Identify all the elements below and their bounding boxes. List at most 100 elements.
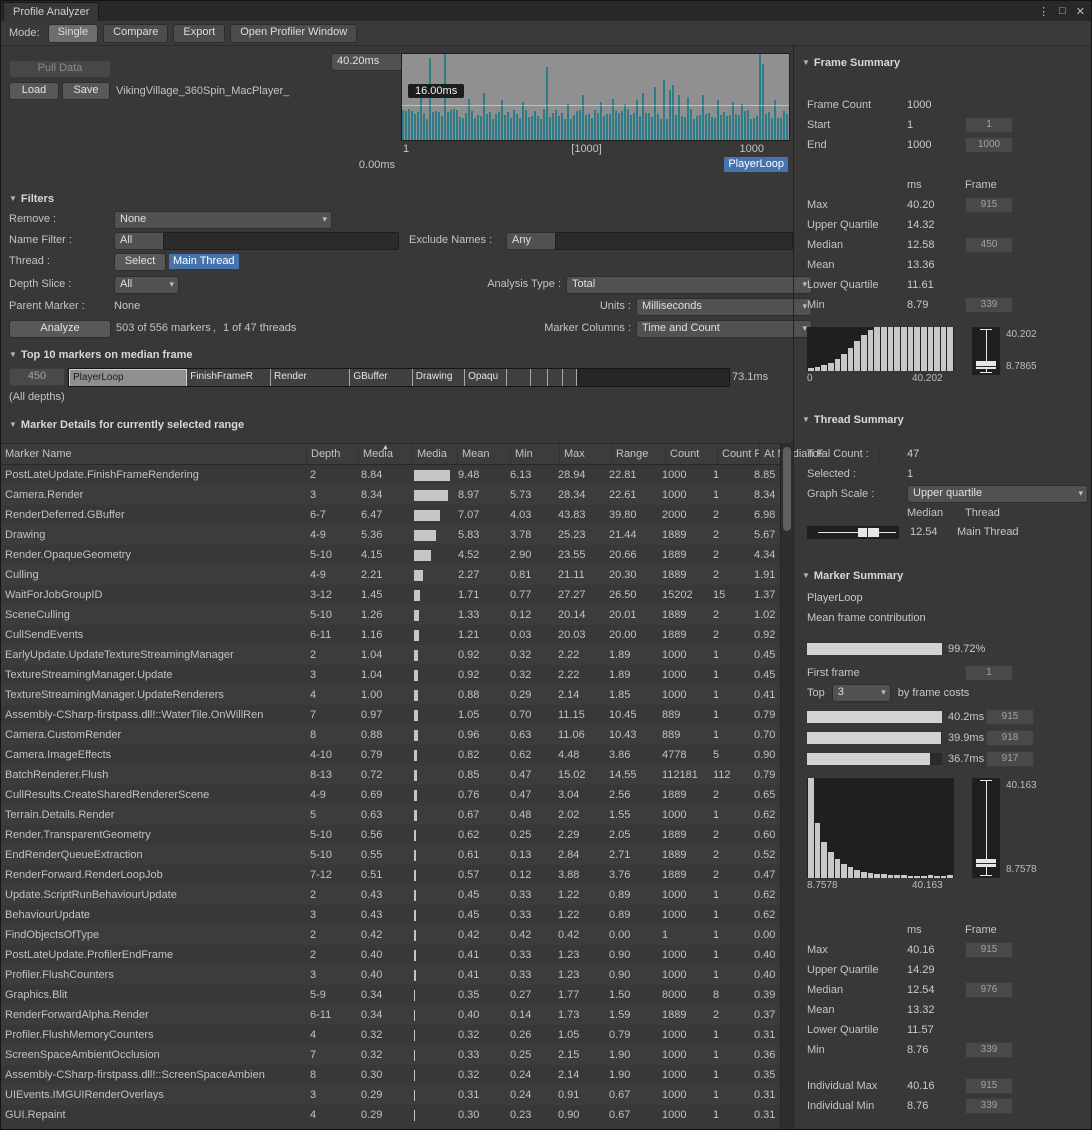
column-header[interactable]: Range — [612, 444, 666, 464]
top-n-dropdown[interactable]: 3 — [832, 684, 891, 702]
column-header[interactable]: Max — [560, 444, 612, 464]
column-header[interactable]: ▲Media — [359, 444, 413, 464]
goto-frame-button[interactable]: 915 — [965, 942, 1013, 958]
table-row[interactable]: SceneCulling5-101.261.330.1220.1420.0118… — [1, 605, 781, 625]
goto-frame-button[interactable]: 976 — [965, 982, 1013, 998]
analyze-button[interactable]: Analyze — [9, 320, 111, 338]
goto-frame-button[interactable]: 339 — [965, 1042, 1013, 1058]
median-frame-button[interactable]: 450 — [9, 368, 65, 386]
table-row[interactable]: Drawing4-95.365.833.7825.2321.44188925.6… — [1, 525, 781, 545]
frame-summary-header[interactable]: ▼Frame Summary — [794, 55, 1091, 71]
table-row[interactable]: ScreenSpaceAmbientOcclusion70.320.330.25… — [1, 1045, 781, 1065]
table-row[interactable]: Assembly-CSharp-firstpass.dll!::WaterTil… — [1, 705, 781, 725]
frame-time-graph[interactable]: 16.00ms — [401, 53, 790, 141]
top10-segment[interactable] — [563, 369, 577, 386]
mode-single-button[interactable]: Single — [48, 24, 99, 43]
top10-segment[interactable] — [531, 369, 548, 386]
scrollbar-thumb[interactable] — [783, 447, 791, 531]
top10-segment[interactable]: Drawing — [413, 369, 465, 386]
table-row[interactable]: BatchRenderer.Flush8-130.720.850.4715.02… — [1, 765, 781, 785]
column-header[interactable]: Media — [413, 444, 458, 464]
goto-frame-button[interactable]: 915 — [965, 1078, 1013, 1094]
table-row[interactable]: FindObjectsOfType20.420.420.420.420.0011… — [1, 925, 781, 945]
column-header[interactable]: Count Fra — [718, 444, 760, 464]
top10-segment[interactable] — [548, 369, 563, 386]
goto-frame-button[interactable]: 1 — [965, 117, 1013, 133]
top10-segment[interactable]: FinishFrameR — [187, 369, 271, 386]
goto-frame-button[interactable]: 915 — [965, 197, 1013, 213]
table-row[interactable]: PostLateUpdate.ProfilerEndFrame20.400.41… — [1, 945, 781, 965]
marker-summary-header[interactable]: ▼Marker Summary — [794, 568, 1091, 584]
units-dropdown[interactable]: Milliseconds — [636, 298, 812, 316]
table-row[interactable]: CullResults.CreateSharedRendererScene4-9… — [1, 785, 781, 805]
table-row[interactable]: Update.ScriptRunBehaviourUpdate20.430.45… — [1, 885, 781, 905]
save-button[interactable]: Save — [62, 82, 110, 100]
tab-profile-analyzer[interactable]: Profile Analyzer — [3, 2, 99, 22]
table-row[interactable]: Assembly-CSharp-firstpass.dll!::ScreenSp… — [1, 1065, 781, 1085]
selected-marker-chip[interactable]: PlayerLoop — [724, 157, 788, 172]
table-row[interactable]: RenderForwardAlpha.Render6-110.340.400.1… — [1, 1005, 781, 1025]
goto-frame-button[interactable]: 339 — [965, 297, 1013, 313]
goto-frame-button[interactable]: 917 — [986, 751, 1034, 767]
open-profiler-window-button[interactable]: Open Profiler Window — [230, 24, 357, 43]
table-row[interactable]: Render.TransparentGeometry5-100.560.620.… — [1, 825, 781, 845]
marker-details-header[interactable]: ▼Marker Details for currently selected r… — [9, 417, 244, 433]
table-row[interactable]: UIEvents.IMGUIRenderOverlays30.290.310.2… — [1, 1085, 781, 1105]
goto-frame-button[interactable]: 915 — [986, 709, 1034, 725]
remove-dropdown[interactable]: None — [114, 211, 332, 229]
goto-frame-button[interactable]: 339 — [965, 1098, 1013, 1114]
table-row[interactable]: Culling4-92.212.270.8121.1120.30188921.9… — [1, 565, 781, 585]
load-button[interactable]: Load — [9, 82, 59, 100]
name-filter-input[interactable] — [163, 232, 399, 250]
table-row[interactable]: Profiler.FlushMemoryCounters40.320.320.2… — [1, 1025, 781, 1045]
first-frame-button[interactable]: 1 — [965, 665, 1013, 681]
filters-header[interactable]: ▼Filters — [9, 191, 54, 207]
table-row[interactable]: Camera.CustomRender80.880.960.6311.0610.… — [1, 725, 781, 745]
table-row[interactable]: Terrain.Details.Render50.630.670.482.021… — [1, 805, 781, 825]
mode-compare-button[interactable]: Compare — [103, 24, 168, 43]
table-scrollbar[interactable] — [780, 443, 793, 1129]
top10-segment[interactable]: GBuffer — [350, 369, 412, 386]
menu-icon[interactable]: ⋮ — [1038, 5, 1049, 18]
main-thread-chip[interactable]: Main Thread — [169, 254, 239, 269]
thread-summary-header[interactable]: ▼Thread Summary — [794, 412, 1091, 428]
table-row[interactable]: Camera.ImageEffects4-100.790.820.624.483… — [1, 745, 781, 765]
thread-select-button[interactable]: Select — [114, 253, 166, 271]
top10-header[interactable]: ▼Top 10 markers on median frame — [9, 347, 193, 363]
table-row[interactable]: CullSendEvents6-111.161.210.0320.0320.00… — [1, 625, 781, 645]
goto-frame-button[interactable]: 1000 — [965, 137, 1013, 153]
table-row[interactable]: EarlyUpdate.UpdateTextureStreamingManage… — [1, 645, 781, 665]
table-row[interactable]: Graphics.Blit5-90.340.350.271.771.508000… — [1, 985, 781, 1005]
column-header[interactable]: Depth — [307, 444, 359, 464]
table-row[interactable]: PostLateUpdate.FinishFrameRendering28.84… — [1, 465, 781, 485]
table-row[interactable]: Camera.Render38.348.975.7328.3422.611000… — [1, 485, 781, 505]
top10-segment[interactable]: PlayerLoop — [69, 369, 187, 387]
analysis-type-dropdown[interactable]: Total — [566, 276, 812, 294]
column-header[interactable]: Mean — [458, 444, 511, 464]
table-row[interactable]: Profiler.FlushCounters30.400.410.331.230… — [1, 965, 781, 985]
maximize-icon[interactable]: □ — [1059, 5, 1066, 17]
table-row[interactable]: WaitForJobGroupID3-121.451.710.7727.2726… — [1, 585, 781, 605]
table-row[interactable]: Render.OpaqueGeometry5-104.154.522.9023.… — [1, 545, 781, 565]
top10-segment[interactable]: Opaqu — [465, 369, 506, 386]
depth-slice-dropdown[interactable]: All — [114, 276, 179, 294]
table-row[interactable]: TextureStreamingManager.Update31.040.920… — [1, 665, 781, 685]
column-header[interactable]: Min — [511, 444, 560, 464]
table-row[interactable]: RenderForward.RenderLoopJob7-120.510.570… — [1, 865, 781, 885]
close-icon[interactable]: ✕ — [1076, 5, 1085, 18]
pull-data-button[interactable]: Pull Data — [9, 60, 111, 78]
table-row[interactable]: GUI.Repaint40.290.300.230.900.67100010.3… — [1, 1105, 781, 1125]
table-row[interactable]: TextureStreamingManager.UpdateRenderers4… — [1, 685, 781, 705]
table-row[interactable]: EndRenderQueueExtraction5-100.550.610.13… — [1, 845, 781, 865]
goto-frame-button[interactable]: 918 — [986, 730, 1034, 746]
column-header[interactable]: Count — [666, 444, 718, 464]
exclude-names-input[interactable] — [555, 232, 793, 250]
top10-segment[interactable]: Render — [271, 369, 350, 386]
table-row[interactable]: RenderDeferred.GBuffer6-76.477.074.0343.… — [1, 505, 781, 525]
goto-frame-button[interactable]: 450 — [965, 237, 1013, 253]
export-button[interactable]: Export — [173, 24, 225, 43]
thread-graph-scale-dropdown[interactable]: Upper quartile — [907, 485, 1088, 503]
marker-columns-dropdown[interactable]: Time and Count — [636, 320, 812, 338]
top10-segment[interactable] — [507, 369, 531, 386]
column-header[interactable]: Marker Name — [1, 444, 307, 464]
